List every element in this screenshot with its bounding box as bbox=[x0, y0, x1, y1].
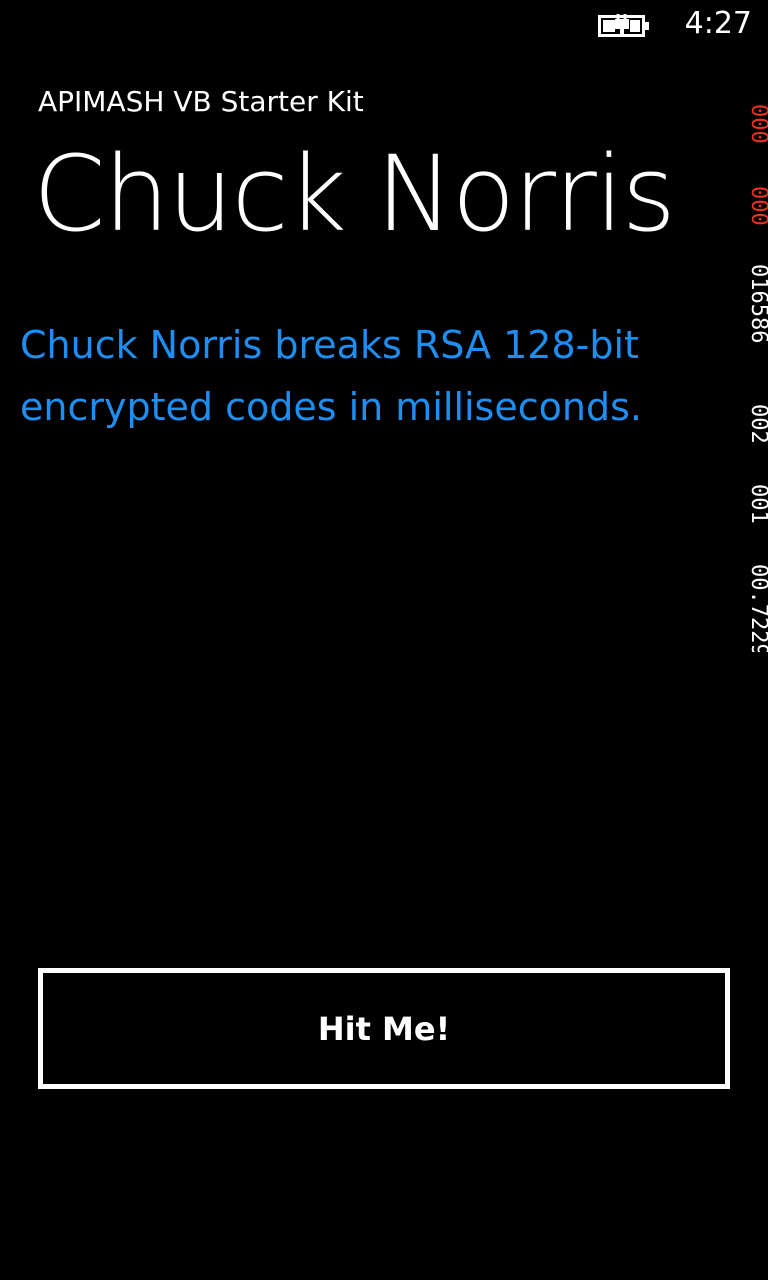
frame-counter-value: 016586 bbox=[748, 264, 768, 343]
phone-screen: 4:27 APIMASH VB Starter Kit Chuck Norris… bbox=[0, 0, 768, 1280]
battery-charging-icon bbox=[598, 13, 652, 39]
frame-rate-counter: 000 000 016586 002 001 00.7229 bbox=[748, 52, 768, 652]
frame-counter-value: 000 bbox=[748, 186, 768, 226]
frame-counter-value: 00.7229 bbox=[748, 564, 768, 652]
status-bar: 4:27 bbox=[0, 0, 768, 50]
hit-me-button[interactable]: Hit Me! bbox=[38, 968, 730, 1089]
hit-me-button-label: Hit Me! bbox=[317, 1009, 451, 1048]
frame-counter-value: 001 bbox=[748, 484, 768, 524]
page-title: Chuck Norris bbox=[33, 133, 676, 255]
frame-counter-value: 002 bbox=[748, 404, 768, 444]
status-clock: 4:27 bbox=[684, 6, 752, 41]
app-title: APIMASH VB Starter Kit bbox=[38, 85, 364, 118]
joke-text: Chuck Norris breaks RSA 128-bit encrypte… bbox=[20, 323, 642, 429]
frame-counter-value: 000 bbox=[748, 104, 768, 144]
